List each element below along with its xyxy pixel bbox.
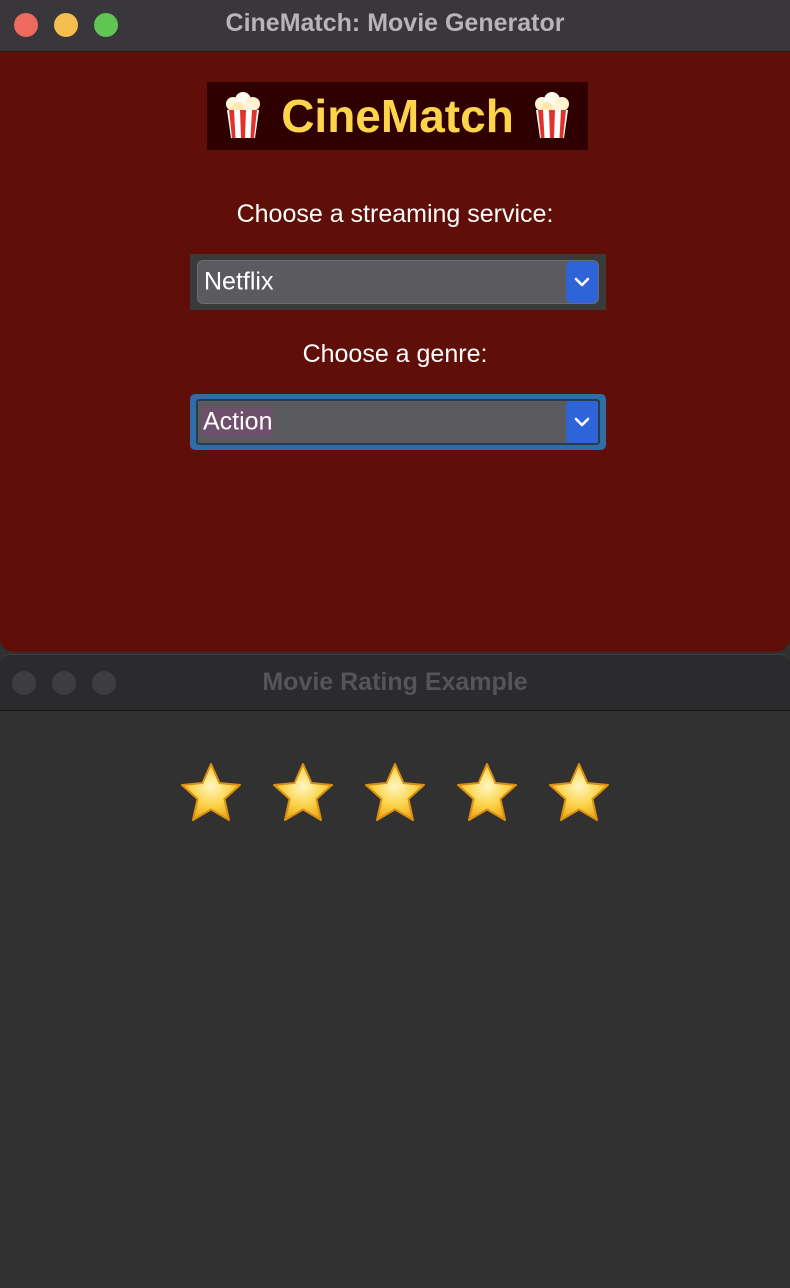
rating-window: Movie Rating Example <box>0 654 790 1288</box>
service-select-container: Netflix <box>190 254 606 310</box>
title-bar[interactable]: Movie Rating Example <box>0 654 790 711</box>
chevron-down-icon <box>574 417 590 427</box>
title-bar[interactable]: CineMatch: Movie Generator <box>0 0 790 52</box>
star-icon[interactable] <box>546 761 612 823</box>
chevron-down-icon <box>574 277 590 287</box>
star-icon[interactable] <box>362 761 428 823</box>
banner-title: CineMatch <box>281 90 514 142</box>
star-icon[interactable] <box>178 761 244 823</box>
service-select-value: Netflix <box>204 267 274 296</box>
star-icon[interactable] <box>270 761 336 823</box>
genre-select-value: Action <box>202 407 274 437</box>
genre-dropdown-button[interactable] <box>566 401 598 443</box>
cinematch-window: CineMatch: Movie Generator CineMatch Cho… <box>0 0 790 652</box>
genre-select-container: Action <box>190 394 606 450</box>
app-banner: CineMatch <box>207 82 588 150</box>
window-title: CineMatch: Movie Generator <box>225 9 565 37</box>
service-label: Choose a streaming service: <box>236 200 554 228</box>
genre-select[interactable]: Action <box>196 399 600 445</box>
star-icon[interactable] <box>454 761 520 823</box>
star-rating <box>178 761 618 827</box>
service-select[interactable]: Netflix <box>197 260 599 304</box>
popcorn-icon <box>226 92 261 138</box>
window-title: Movie Rating Example <box>262 668 528 696</box>
popcorn-icon <box>534 92 569 138</box>
genre-label: Choose a genre: <box>302 340 488 368</box>
service-dropdown-button[interactable] <box>566 261 598 303</box>
